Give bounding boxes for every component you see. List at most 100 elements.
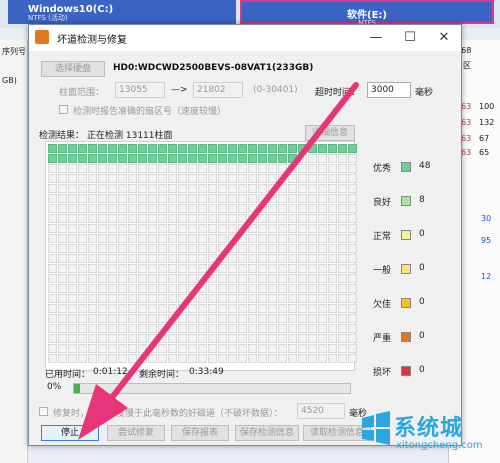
sector-cell xyxy=(178,174,187,183)
timeout-input[interactable]: 3000 xyxy=(367,82,411,98)
sector-cell xyxy=(318,164,327,173)
sector-cell xyxy=(138,174,147,183)
sector-cell xyxy=(68,284,77,293)
sector-cell xyxy=(118,264,127,273)
sector-cell xyxy=(148,144,157,153)
sector-cell xyxy=(48,174,57,183)
legend-count: 0 xyxy=(419,229,425,239)
sector-cell xyxy=(238,174,247,183)
cylinder-end-input[interactable]: 21802 xyxy=(193,82,243,98)
sector-cell xyxy=(168,334,177,343)
sector-cell xyxy=(338,254,347,263)
sector-cell xyxy=(288,314,297,323)
sector-cell xyxy=(348,164,357,173)
close-button[interactable]: ✕ xyxy=(427,25,461,51)
sector-cell xyxy=(348,314,357,323)
sector-cell xyxy=(98,324,107,333)
sector-cell xyxy=(298,214,307,223)
sector-cell xyxy=(108,294,117,303)
repair-checkbox[interactable] xyxy=(39,407,48,416)
sector-cell xyxy=(148,184,157,193)
sector-cell xyxy=(338,194,347,203)
save-report-button[interactable]: 保存报表 xyxy=(171,425,229,441)
sector-cell xyxy=(138,214,147,223)
repair-ms-input[interactable]: 4520 xyxy=(297,403,345,419)
sector-cell xyxy=(248,264,257,273)
sector-cell xyxy=(178,324,187,333)
sector-cell xyxy=(258,324,267,333)
sector-cell xyxy=(278,274,287,283)
sector-cell xyxy=(168,154,177,163)
sector-cell xyxy=(68,204,77,213)
cylinder-start-input[interactable]: 13055 xyxy=(115,82,165,98)
legend-name: 损坏 xyxy=(373,368,392,378)
legend-name: 一般 xyxy=(373,266,392,276)
sector-cell xyxy=(68,314,77,323)
maximize-button[interactable]: ☐ xyxy=(393,25,427,51)
sector-cell xyxy=(158,254,167,263)
disk-c-tile[interactable]: Windows10(C:) NTFS (活动) xyxy=(8,0,236,24)
stop-button[interactable]: 停止 xyxy=(41,425,99,441)
sector-cell xyxy=(318,314,327,323)
sector-cell xyxy=(68,344,77,353)
save-detect-info-button[interactable]: 保存检测信息 xyxy=(235,425,299,441)
sector-cell xyxy=(48,154,57,163)
report-sector-checkbox[interactable] xyxy=(59,105,68,114)
sector-cell xyxy=(158,154,167,163)
disk-e-tile[interactable]: 软件(E:) NTFS xyxy=(240,0,494,27)
sector-cell xyxy=(238,144,247,153)
sector-cell xyxy=(98,214,107,223)
legend-name: 优秀 xyxy=(373,164,392,174)
select-disk-button[interactable]: 选择硬盘 xyxy=(41,61,105,77)
sector-cell xyxy=(148,234,157,243)
sector-cell xyxy=(88,284,97,293)
sector-cell xyxy=(108,254,117,263)
sector-cell xyxy=(238,354,247,363)
sector-cell xyxy=(138,204,147,213)
sector-cell xyxy=(278,324,287,333)
sector-cell xyxy=(158,194,167,203)
sector-cell xyxy=(258,304,267,313)
sector-cell xyxy=(168,294,177,303)
sector-cell xyxy=(328,204,337,213)
sector-cell xyxy=(78,174,87,183)
sector-cell xyxy=(88,264,97,273)
sector-cell xyxy=(258,164,267,173)
sector-cell xyxy=(168,254,177,263)
sector-cell xyxy=(288,194,297,203)
sector-cell xyxy=(148,344,157,353)
sector-cell xyxy=(208,304,217,313)
sector-cell xyxy=(298,144,307,153)
sector-cell xyxy=(198,344,207,353)
sector-cell xyxy=(118,294,127,303)
sector-cell xyxy=(278,154,287,163)
sector-cell xyxy=(78,284,87,293)
sector-cell xyxy=(158,204,167,213)
sector-cell xyxy=(148,314,157,323)
sector-cell xyxy=(218,154,227,163)
sector-cell xyxy=(328,214,337,223)
sector-cell xyxy=(298,204,307,213)
sector-cell xyxy=(188,274,197,283)
sector-cell xyxy=(178,194,187,203)
sector-cell xyxy=(148,304,157,313)
sector-cell xyxy=(238,244,247,253)
sector-cell xyxy=(268,164,277,173)
sector-cell xyxy=(128,184,137,193)
sector-cell xyxy=(138,344,147,353)
minimize-button[interactable]: — xyxy=(359,25,393,51)
sector-cell xyxy=(208,264,217,273)
detail-info-button[interactable]: 详细信息 xyxy=(305,125,355,141)
sector-cell xyxy=(188,354,197,363)
sector-cell xyxy=(338,204,347,213)
sector-cell xyxy=(78,294,87,303)
sector-cell xyxy=(118,324,127,333)
sector-cell xyxy=(268,244,277,253)
try-repair-button[interactable]: 尝试修复 xyxy=(107,425,165,441)
title-bar[interactable]: 坏道检测与修复 — ☐ ✕ xyxy=(29,25,461,51)
legend-count: 0 xyxy=(419,263,425,273)
sector-cell xyxy=(338,184,347,193)
sector-cell xyxy=(328,254,337,263)
sector-cell xyxy=(168,224,177,233)
sector-cell xyxy=(228,274,237,283)
